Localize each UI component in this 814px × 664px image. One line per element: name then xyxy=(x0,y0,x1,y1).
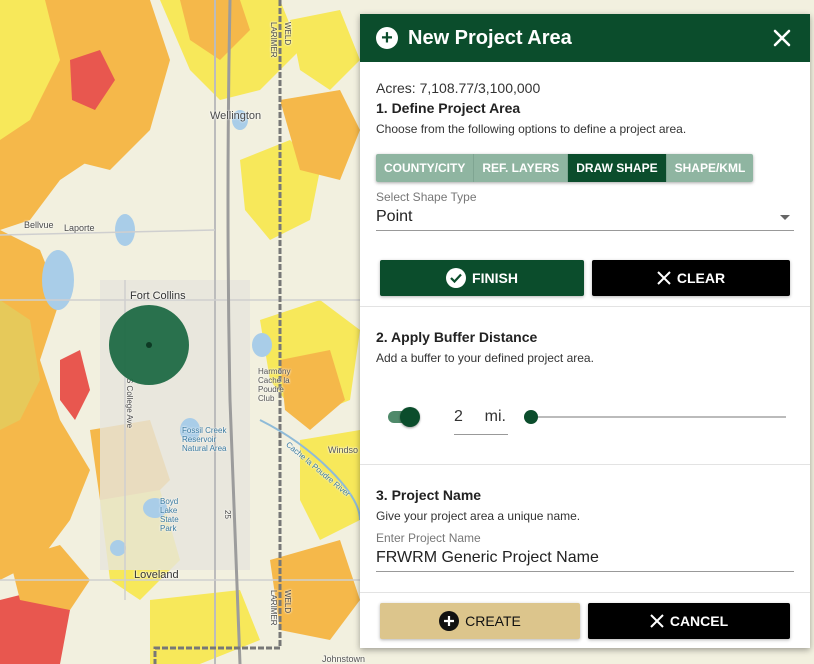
tab-ref-layers[interactable]: REF. LAYERS xyxy=(474,154,569,182)
create-button[interactable]: CREATE xyxy=(380,603,580,639)
panel-title: New Project Area xyxy=(408,26,572,49)
map-label-larimer-bottom: LARIMER xyxy=(269,590,278,626)
shape-type-label: Select Shape Type xyxy=(376,190,477,204)
finish-label: FINISH xyxy=(472,270,518,286)
tab-county-city[interactable]: COUNTY/CITY xyxy=(376,154,475,182)
close-button[interactable] xyxy=(770,26,794,50)
map-label-weld-top: WELD xyxy=(283,22,292,46)
define-area-description: Choose from the following options to def… xyxy=(376,122,687,136)
shape-type-select[interactable]: Point xyxy=(376,204,794,231)
map-label-harmony: Harmony Cache la Poudre Club xyxy=(258,367,291,403)
map-label-i25: 25 xyxy=(223,510,232,519)
acres-readout: Acres: 7,108.77/3,100,000 xyxy=(376,80,541,96)
panel-actions: CREATE CANCEL xyxy=(360,603,810,639)
divider xyxy=(360,592,810,593)
map-label-laporte: Laporte xyxy=(64,223,95,233)
buffer-description: Add a buffer to your defined project are… xyxy=(376,351,594,365)
map-label-windsor: Windso xyxy=(328,445,359,455)
draw-actions: FINISH CLEAR xyxy=(360,260,810,296)
clear-button[interactable]: CLEAR xyxy=(592,260,790,296)
buffer-distance-slider[interactable] xyxy=(524,407,786,427)
project-name-title: 3. Project Name xyxy=(376,487,482,503)
plus-circle-icon: + xyxy=(376,27,398,49)
map-label-wellington: Wellington xyxy=(210,110,262,122)
map-label-boyd-lake: Boyd Lake State Park xyxy=(160,497,179,533)
project-name-description: Give your project area a unique name. xyxy=(376,509,581,523)
check-circle-icon xyxy=(446,268,467,288)
buffer-distance-unit: mi. xyxy=(484,407,506,425)
buffer-title: 2. Apply Buffer Distance xyxy=(376,329,538,345)
map-label-weld-bottom: WELD xyxy=(283,590,292,614)
buffer-controls: 2 mi. xyxy=(376,399,794,435)
create-label: CREATE xyxy=(465,613,521,629)
plus-circle-icon xyxy=(439,611,460,631)
map-label-larimer-top: LARIMER xyxy=(269,22,278,58)
finish-button[interactable]: FINISH xyxy=(380,260,584,296)
cancel-button[interactable]: CANCEL xyxy=(588,603,790,639)
shape-type-value: Point xyxy=(376,208,413,225)
buffer-distance-input[interactable]: 2 mi. xyxy=(454,400,508,435)
clear-label: CLEAR xyxy=(676,270,726,286)
tab-shape-kml[interactable]: SHAPE/KML xyxy=(666,154,754,182)
project-name-label: Enter Project Name xyxy=(376,531,481,545)
panel-header: + New Project Area xyxy=(360,14,810,62)
buffer-distance-value: 2 xyxy=(454,407,463,425)
cancel-label: CANCEL xyxy=(669,613,729,629)
project-point-marker[interactable] xyxy=(146,342,152,348)
project-name-section: 3. Project Name Give your project area a… xyxy=(360,465,810,572)
map-label-bellvue: Bellvue xyxy=(24,220,54,230)
close-icon xyxy=(657,271,671,285)
chevron-down-icon xyxy=(780,214,790,220)
buffer-section: 2. Apply Buffer Distance Add a buffer to… xyxy=(360,307,810,435)
close-icon xyxy=(650,614,664,628)
map-label-college-ave: S College Ave xyxy=(125,378,134,429)
new-project-area-panel: + New Project Area Acres: 7,108.77/3,100… xyxy=(360,14,810,648)
map-label-fort-collins: Fort Collins xyxy=(130,290,186,302)
map-label-loveland: Loveland xyxy=(134,569,179,581)
define-area-section: Acres: 7,108.77/3,100,000 1. Define Proj… xyxy=(360,62,810,231)
project-name-input[interactable]: FRWRM Generic Project Name xyxy=(376,545,794,572)
define-method-tabs: COUNTY/CITY REF. LAYERS DRAW SHAPE SHAPE… xyxy=(376,154,754,182)
close-icon xyxy=(773,29,791,47)
map-label-fossil-creek: Fossil Creek Reservoir Natural Area xyxy=(182,426,227,453)
define-area-title: 1. Define Project Area xyxy=(376,100,521,116)
buffer-toggle[interactable] xyxy=(386,406,422,428)
slider-handle[interactable] xyxy=(524,410,538,424)
map-label-johnstown: Johnstown xyxy=(322,654,366,664)
tab-draw-shape[interactable]: DRAW SHAPE xyxy=(568,154,667,182)
